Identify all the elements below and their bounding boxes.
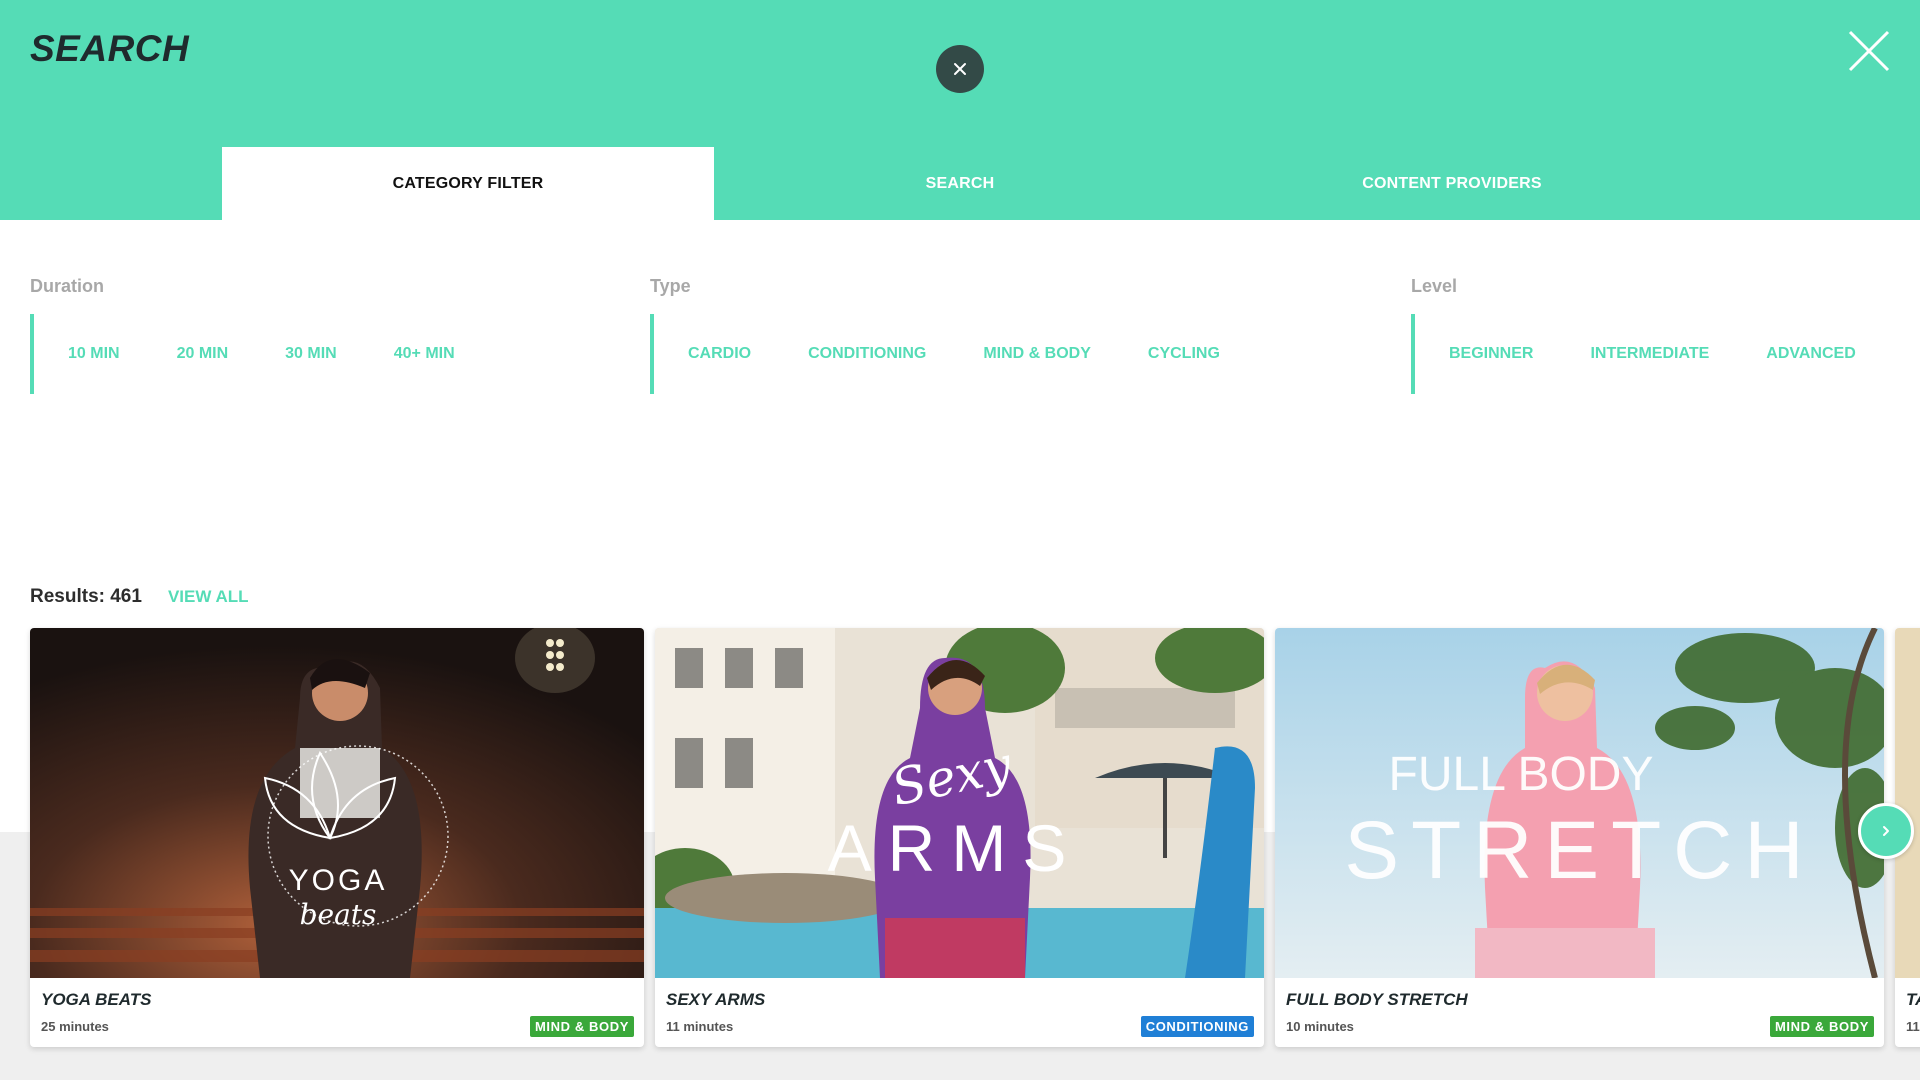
workout-title: YOGA BEATS — [41, 990, 152, 1009]
close-icon — [954, 63, 966, 75]
workout-duration: 10 minutes — [1286, 1019, 1354, 1034]
close-icon — [1848, 30, 1890, 72]
carousel-next-button[interactable] — [1858, 803, 1914, 859]
workout-duration: 11 — [1906, 1019, 1920, 1034]
results-count: Results: 461 — [30, 586, 142, 607]
workout-title: FULL BODY STRETCH — [1286, 990, 1468, 1009]
filter-option-intermediate[interactable]: INTERMEDIATE — [1590, 345, 1709, 363]
filter-option-mind-body[interactable]: MIND & BODY — [983, 345, 1091, 363]
duration-filter: Duration 10 MIN 20 MIN 30 MIN 40+ MIN — [30, 276, 455, 394]
page-title: SEARCH — [30, 28, 190, 69]
filter-option-beginner[interactable]: BEGINNER — [1449, 345, 1533, 363]
filter-option-cycling[interactable]: CYCLING — [1148, 345, 1220, 363]
thumbnail-text-line1: FULL BODY — [1389, 748, 1654, 801]
type-filter: Type CARDIO CONDITIONING MIND & BODY CYC… — [650, 276, 1220, 394]
filter-option-cardio[interactable]: CARDIO — [688, 345, 751, 363]
tab-category-filter[interactable]: CATEGORY FILTER — [222, 147, 714, 220]
type-options: CARDIO CONDITIONING MIND & BODY CYCLING — [650, 314, 1220, 394]
thumbnail-text-line1: YOGA — [289, 864, 388, 897]
tab-content-providers[interactable]: CONTENT PROVIDERS — [1206, 147, 1698, 220]
workout-thumbnail: Sexy ARMS — [655, 628, 1264, 978]
workout-title: SEXY ARMS — [666, 990, 766, 1009]
filter-option-40-plus-min[interactable]: 40+ MIN — [394, 345, 455, 363]
workout-duration: 25 minutes — [41, 1019, 109, 1034]
thumbnail-text-line2: STRETCH — [1344, 805, 1815, 896]
thumbnail-text-line2: ARMS — [828, 811, 1083, 885]
level-options: BEGINNER INTERMEDIATE ADVANCED — [1411, 314, 1856, 394]
duration-filter-title: Duration — [30, 276, 104, 296]
close-search-button[interactable] — [1844, 26, 1894, 76]
filter-option-20-min[interactable]: 20 MIN — [177, 345, 229, 363]
workout-card-full-body-stretch[interactable]: FULL BODY STRETCH FULL BODY STRETCH 10 m… — [1275, 628, 1884, 1047]
filter-option-conditioning[interactable]: CONDITIONING — [808, 345, 926, 363]
workout-thumbnail: YOGA beats — [30, 628, 644, 978]
view-all-link[interactable]: VIEW ALL — [168, 587, 249, 607]
category-badge: MIND & BODY — [530, 1016, 634, 1037]
category-badge: CONDITIONING — [1140, 1016, 1254, 1037]
category-badge: MIND & BODY — [1770, 1016, 1874, 1037]
workout-thumbnail — [1895, 628, 1920, 978]
level-filter-title: Level — [1411, 276, 1458, 296]
workout-thumbnail: FULL BODY STRETCH — [1275, 628, 1884, 978]
filter-option-advanced[interactable]: ADVANCED — [1766, 345, 1855, 363]
workout-card-yoga-beats[interactable]: YOGA beats YOGA BEATS 25 minutes MIND & … — [30, 628, 644, 1047]
filter-option-10-min[interactable]: 10 MIN — [68, 345, 120, 363]
results-header: Results: 461 VIEW ALL — [30, 586, 249, 608]
filter-option-30-min[interactable]: 30 MIN — [285, 345, 337, 363]
close-button[interactable] — [936, 45, 984, 93]
tab-bar: CATEGORY FILTER SEARCH CONTENT PROVIDERS — [222, 147, 1698, 220]
tab-search[interactable]: SEARCH — [714, 147, 1206, 220]
workout-card-sexy-arms[interactable]: Sexy ARMS SEXY ARMS 11 minutes CONDITION… — [655, 628, 1264, 1047]
duration-options: 10 MIN 20 MIN 30 MIN 40+ MIN — [30, 314, 455, 394]
chevron-right-icon — [1883, 826, 1889, 836]
level-filter: Level BEGINNER INTERMEDIATE ADVANCED — [1411, 276, 1856, 394]
type-filter-title: Type — [650, 276, 691, 296]
workout-duration: 11 minutes — [666, 1019, 734, 1034]
thumbnail-text-line2: beats — [300, 898, 377, 931]
workout-title: TA — [1906, 990, 1920, 1009]
